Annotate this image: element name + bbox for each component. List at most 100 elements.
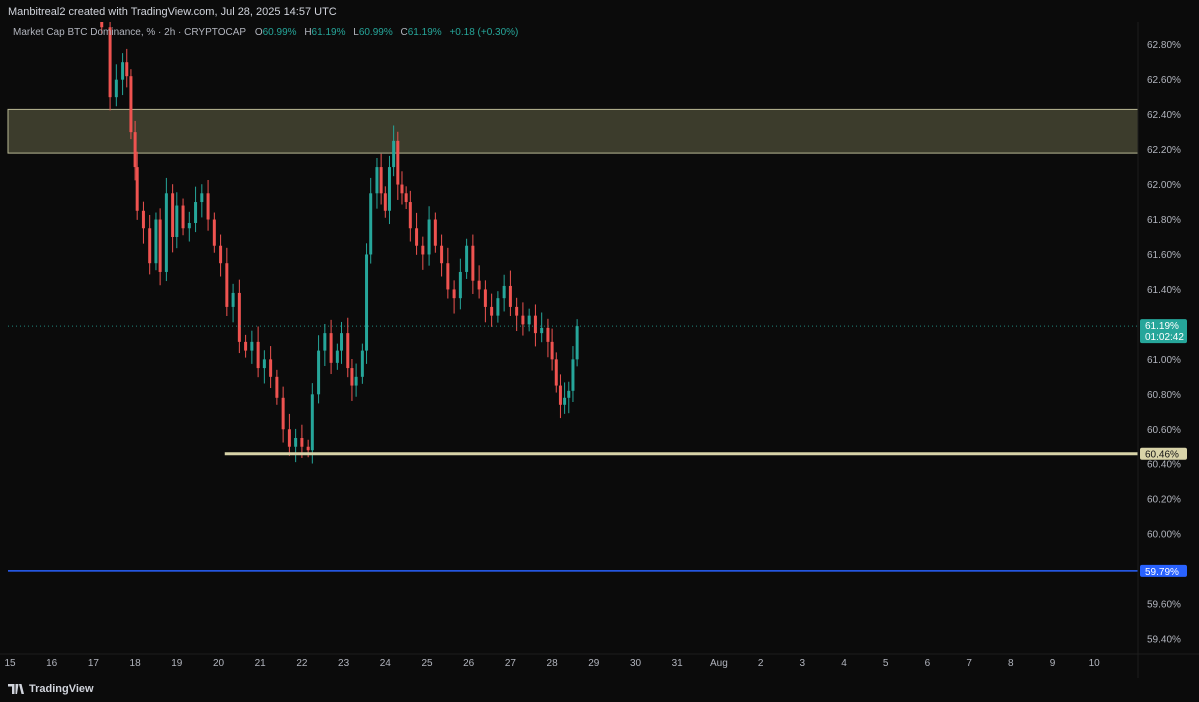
- candle-body: [567, 390, 571, 398]
- x-tick-label: 10: [1089, 658, 1101, 669]
- y-tick-label: 60.40%: [1147, 460, 1181, 471]
- candle: [465, 238, 469, 279]
- candle-body: [164, 193, 168, 272]
- candle-body: [540, 327, 544, 334]
- y-tick-label: 61.40%: [1147, 285, 1181, 296]
- x-tick-label: 23: [338, 658, 350, 669]
- candle-body: [571, 359, 575, 391]
- candle: [231, 283, 235, 323]
- candle: [404, 186, 408, 210]
- candle: [187, 211, 191, 242]
- price-chart[interactable]: 62.80% 62.60% 62.40% 62.20% 62.00% 61.80% 61.6…: [0, 0, 1199, 702]
- tradingview-brand[interactable]: TradingView: [8, 683, 94, 695]
- current-price-label-text: 61.19%: [1145, 321, 1179, 332]
- candle: [502, 274, 506, 312]
- y-tick-label: 59.60%: [1147, 600, 1181, 611]
- y-tick-label: 61.80%: [1147, 215, 1181, 226]
- candle-body: [533, 315, 537, 334]
- x-tick-label: 3: [800, 658, 806, 669]
- candle: [563, 382, 567, 414]
- candle: [269, 346, 273, 389]
- candle-body: [135, 167, 139, 211]
- x-tick-label: 20: [213, 658, 225, 669]
- candle: [206, 180, 210, 231]
- y-tick-label: 62.80%: [1147, 40, 1181, 51]
- candle: [250, 330, 254, 364]
- candle-body: [141, 210, 145, 229]
- x-tick-label: 5: [883, 658, 889, 669]
- candle: [262, 350, 266, 384]
- candle-body: [369, 193, 373, 255]
- y-tick-label: 62.20%: [1147, 145, 1181, 156]
- candle-body: [465, 245, 469, 272]
- candle-body: [558, 385, 562, 405]
- candle: [287, 413, 291, 456]
- candle: [379, 153, 383, 205]
- x-tick-label: 7: [966, 658, 972, 669]
- x-tick-label: 30: [630, 658, 642, 669]
- candle-body: [360, 350, 364, 377]
- x-tick-label: 18: [130, 658, 142, 669]
- candle-body: [256, 341, 260, 369]
- ohlc-close-value: 61.19%: [407, 27, 442, 38]
- candle-body: [575, 326, 579, 360]
- candle: [164, 177, 168, 282]
- candle: [400, 171, 404, 205]
- candle-body: [502, 285, 506, 299]
- x-tick-label: 25: [421, 658, 433, 669]
- candle-body: [225, 263, 229, 307]
- candle-body: [294, 438, 298, 447]
- symbol-legend[interactable]: Market Cap BTC Dominance, % · 2h · CRYPT…: [13, 27, 523, 38]
- candle-body: [396, 140, 400, 185]
- candle: [354, 363, 358, 397]
- candle: [440, 234, 444, 277]
- candle: [200, 184, 204, 218]
- candle: [141, 201, 145, 244]
- candle: [219, 234, 223, 277]
- ohlc-open-value: 60.99%: [262, 27, 297, 38]
- candle-body: [281, 397, 285, 430]
- time-axis[interactable]: 15 16 17 18 19 20 21 22 23 24 25 26 27 28 29 30 31 Aug 2 3 4…: [0, 653, 1199, 669]
- candle-body: [508, 285, 512, 307]
- candle: [194, 186, 198, 233]
- candle-body: [171, 193, 175, 237]
- symbol-title[interactable]: Market Cap BTC Dominance, % · 2h · CRYPT…: [13, 27, 246, 38]
- candle-body: [317, 350, 321, 395]
- candle-body: [452, 289, 456, 299]
- candle-body: [212, 219, 216, 246]
- candle-body: [158, 219, 162, 272]
- candle: [158, 208, 162, 286]
- candle-body: [375, 167, 379, 194]
- candle: [294, 428, 298, 463]
- ohlc-open-key: O: [254, 27, 263, 38]
- candle: [129, 69, 133, 140]
- candle-body: [379, 167, 383, 194]
- y-tick-label: 60.60%: [1147, 425, 1181, 436]
- candle: [550, 328, 554, 371]
- candle: [375, 157, 379, 209]
- candle: [114, 64, 118, 107]
- candle-body: [181, 205, 185, 229]
- candle-body: [121, 62, 125, 80]
- candle-body: [329, 333, 333, 363]
- candle-body: [114, 79, 118, 98]
- candle-body: [231, 292, 235, 307]
- candle: [540, 312, 544, 343]
- candle-body: [287, 429, 291, 447]
- y-tick-label: 62.60%: [1147, 75, 1181, 86]
- ohlc-low-key: L: [353, 27, 359, 38]
- candle-body: [237, 292, 241, 342]
- candle-body: [563, 397, 567, 405]
- candle-body: [483, 289, 487, 307]
- candle: [346, 317, 350, 378]
- candle: [490, 293, 494, 327]
- candle-body: [408, 202, 412, 229]
- candle-body: [148, 228, 152, 264]
- candle: [340, 321, 344, 364]
- candle: [471, 234, 475, 294]
- candle: [275, 369, 279, 405]
- candle: [369, 177, 373, 264]
- candle: [121, 53, 125, 96]
- resistance-zone-group: [7, 108, 1139, 154]
- candle-body: [527, 315, 531, 325]
